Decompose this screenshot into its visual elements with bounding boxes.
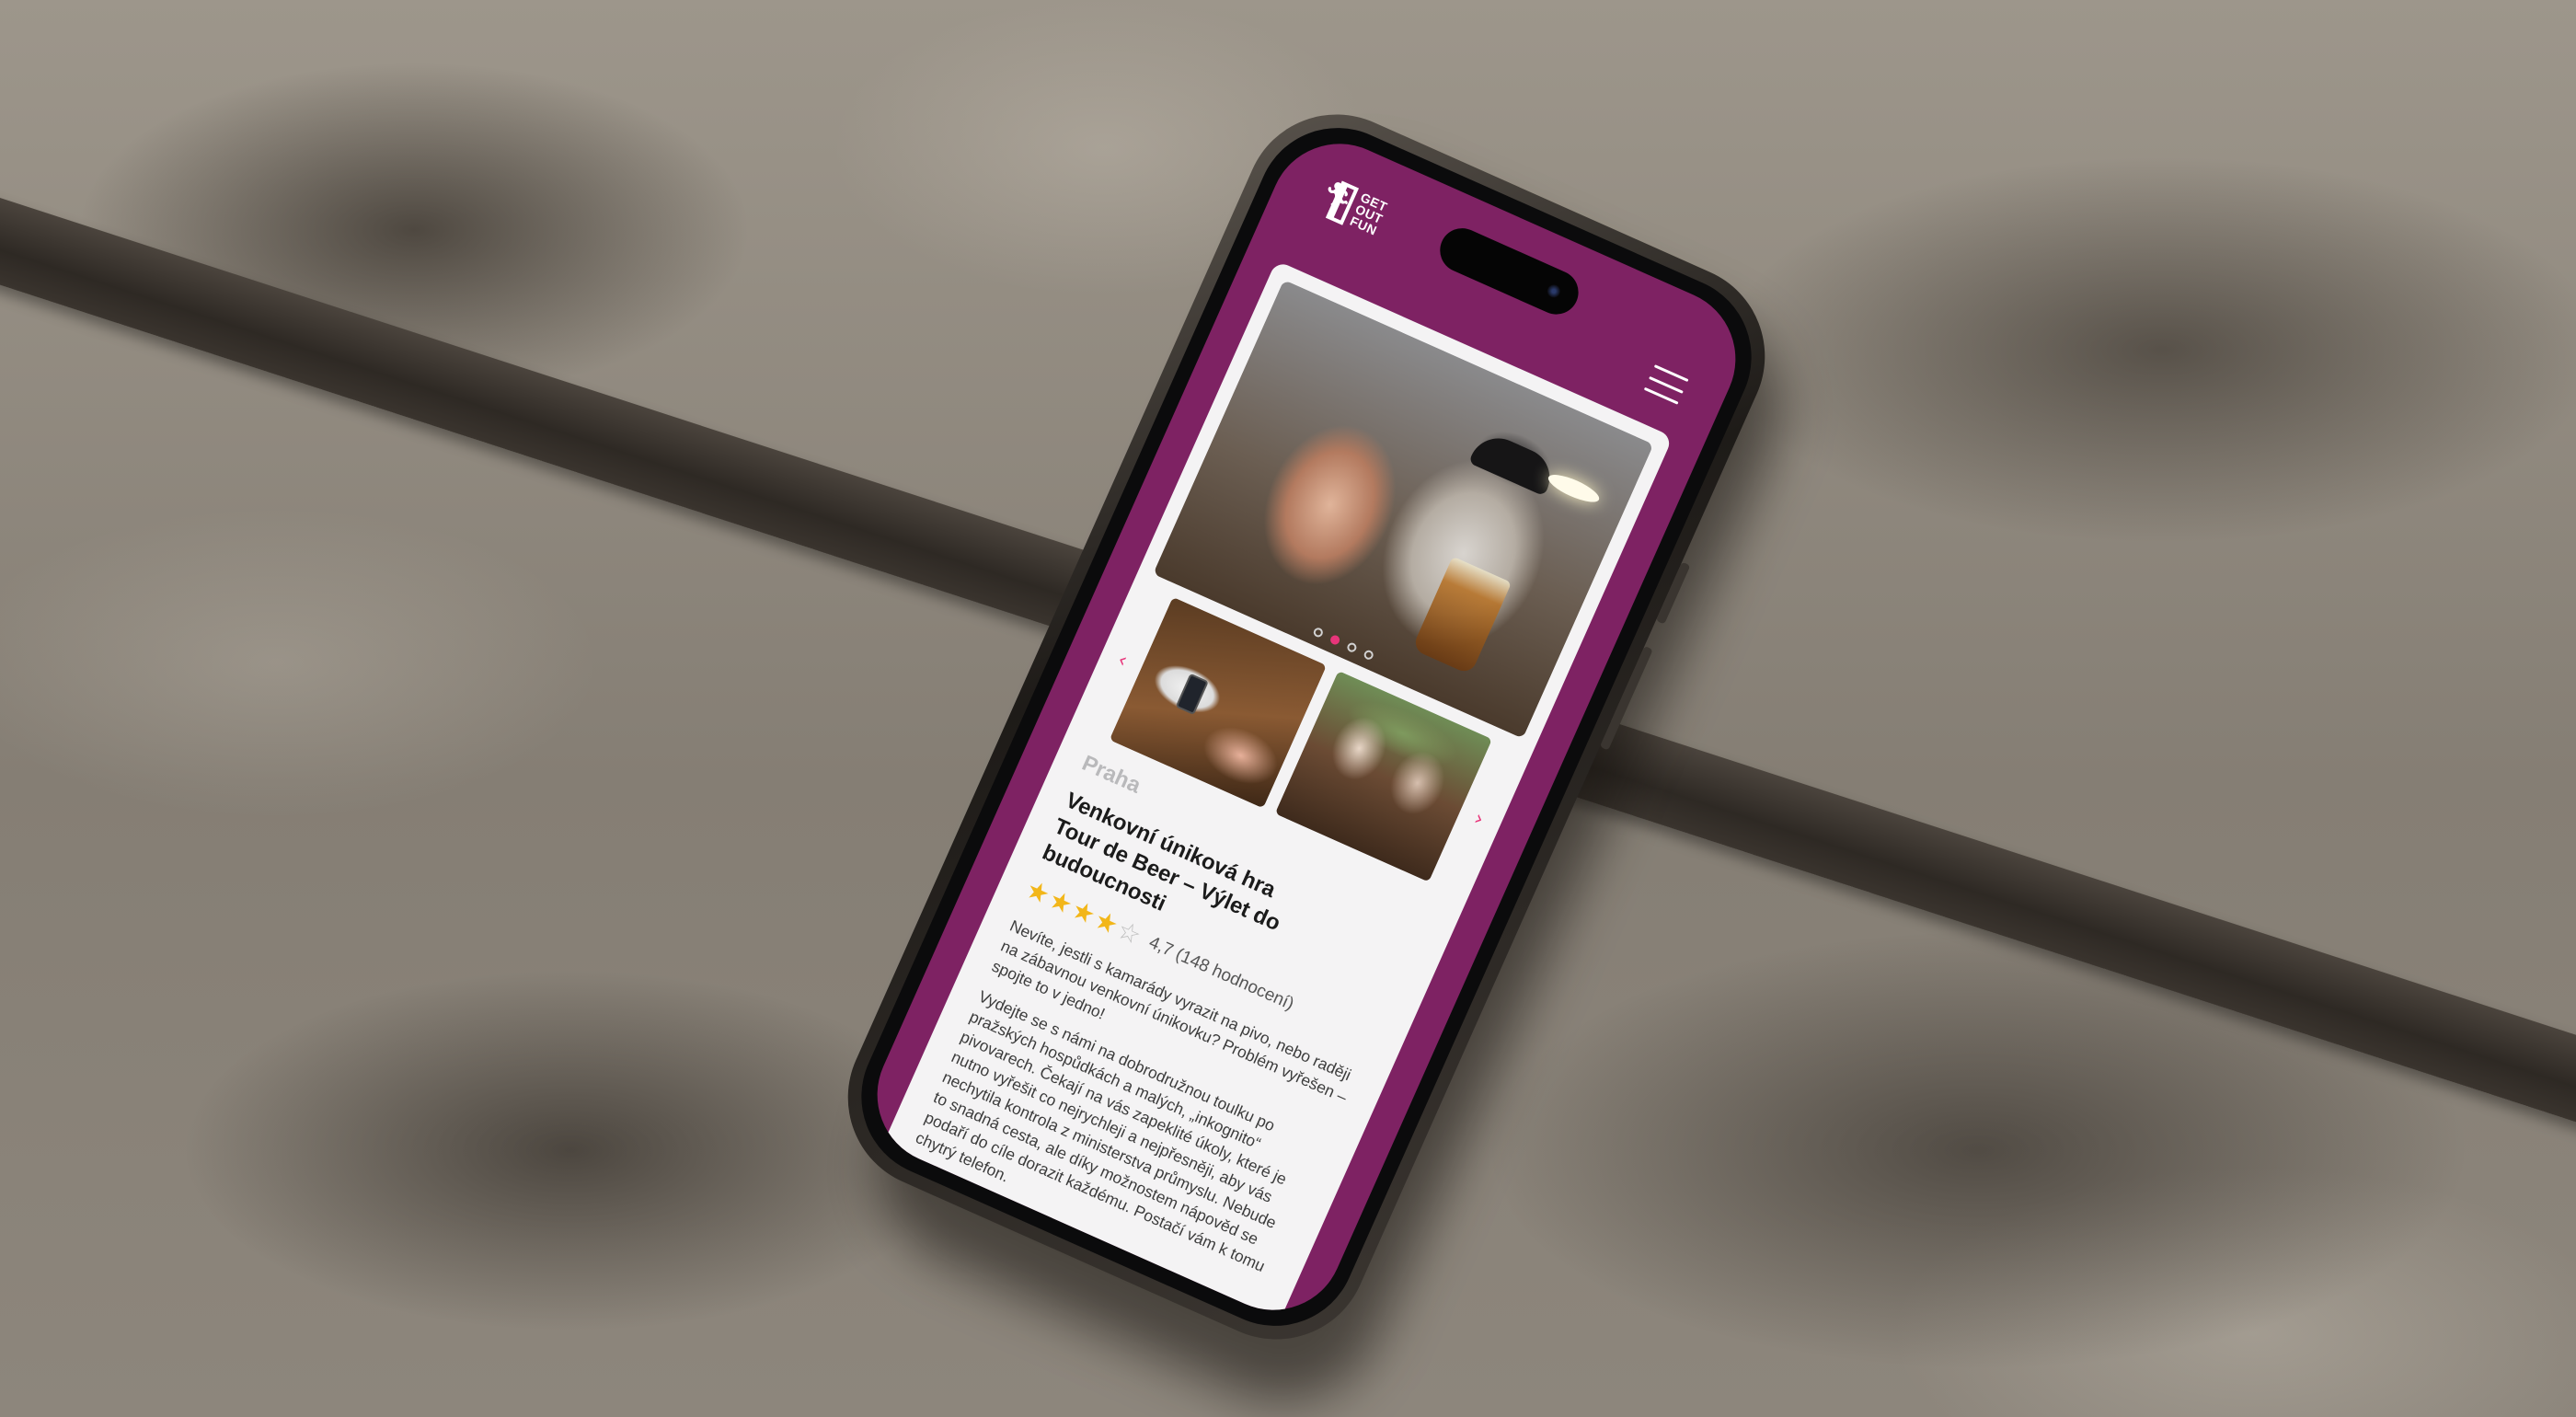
gallery-dot-active[interactable] <box>1328 633 1341 647</box>
photo-detail <box>1545 469 1603 508</box>
dynamic-island <box>1432 221 1586 322</box>
gallery-dot[interactable] <box>1363 649 1375 662</box>
hamburger-menu-icon[interactable] <box>1643 364 1689 405</box>
gallery-dot[interactable] <box>1312 626 1325 639</box>
photo-detail <box>1468 429 1559 497</box>
chevron-left-icon[interactable]: ‹ <box>1111 647 1134 674</box>
chevron-right-icon[interactable]: › <box>1467 805 1490 832</box>
brand-logo[interactable]: 🏃︎ GET OUT FUN <box>1314 174 1391 239</box>
photo-detail <box>1411 556 1512 675</box>
gallery-dots <box>1312 626 1375 662</box>
gallery-dot[interactable] <box>1345 641 1359 654</box>
